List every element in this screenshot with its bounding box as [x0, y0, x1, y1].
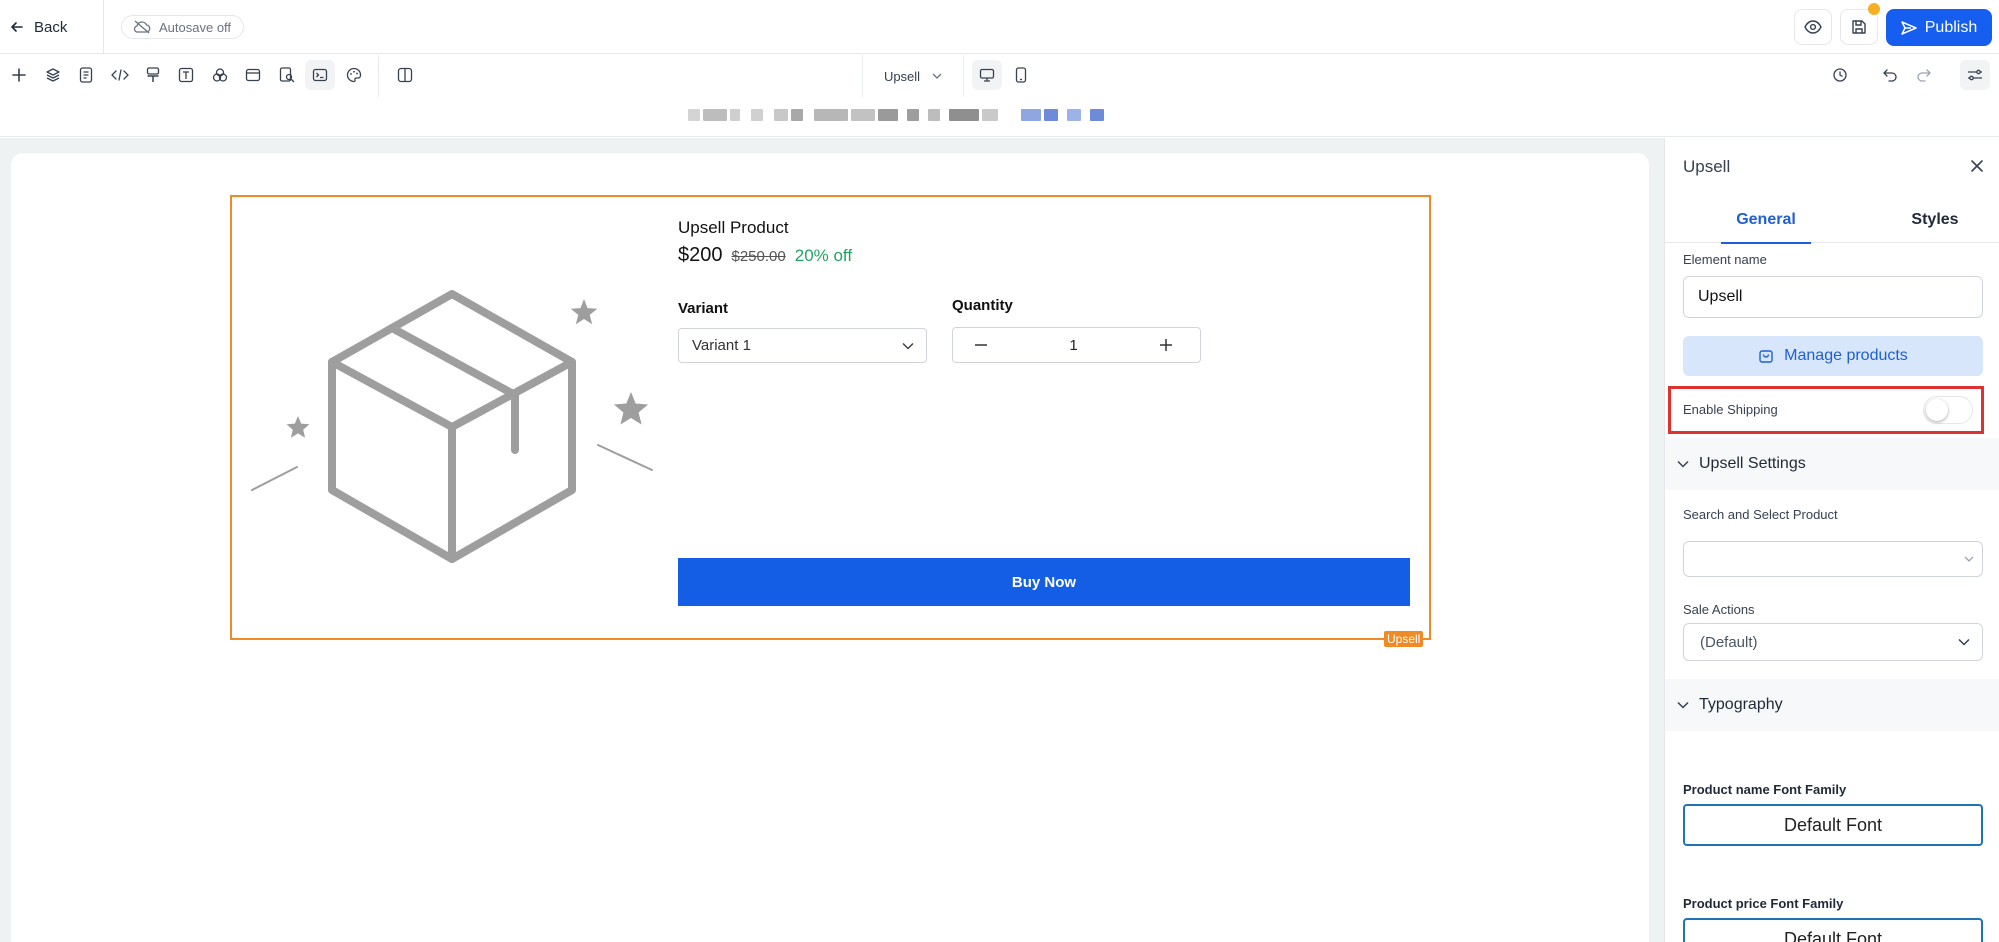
toolbar-divider — [378, 55, 379, 97]
settings-panel: Upsell General Styles Element name Upsel… — [1664, 138, 1999, 942]
buy-now-button[interactable]: Buy Now — [678, 558, 1410, 606]
shapes-icon[interactable] — [205, 60, 235, 90]
panel-title: Upsell — [1683, 157, 1731, 176]
back-label: Back — [34, 18, 68, 36]
top-header: Back Autosave off Publish — [0, 0, 1999, 54]
product-name-font-select[interactable]: Default Font — [1683, 804, 1983, 846]
palette-icon[interactable] — [339, 60, 369, 90]
desktop-view-icon[interactable] — [972, 60, 1002, 90]
variant-label: Variant — [678, 300, 729, 317]
undo-icon[interactable] — [1875, 60, 1905, 90]
tab-styles[interactable]: Styles — [1893, 196, 1977, 243]
preview-button[interactable] — [1794, 9, 1832, 45]
manage-products-label: Manage products — [1784, 347, 1908, 364]
chevron-down-icon — [932, 73, 942, 79]
variant-value: Variant 1 — [692, 337, 751, 354]
close-icon — [1970, 159, 1984, 173]
settings-sliders-icon[interactable] — [1960, 60, 1990, 90]
upsell-product-name: Upsell Product — [678, 218, 789, 237]
sale-actions-label: Sale Actions — [1683, 602, 1755, 617]
product-price-font-select[interactable]: Default Font — [1683, 918, 1983, 942]
mobile-view-icon[interactable] — [1006, 60, 1036, 90]
product-price: $200 — [678, 244, 723, 266]
add-element-icon[interactable] — [4, 60, 34, 90]
form-icon[interactable] — [71, 60, 101, 90]
product-box-illustration — [245, 280, 655, 580]
blurred-url-text — [688, 109, 1104, 121]
page-selector-label: Upsell — [883, 68, 921, 84]
page-selector[interactable]: Upsell — [862, 55, 964, 97]
quantity-stepper: 1 — [952, 327, 1201, 363]
autosave-status[interactable]: Autosave off — [121, 15, 245, 39]
back-button[interactable]: Back — [10, 14, 67, 40]
chevron-down-icon — [1677, 701, 1689, 709]
unsaved-changes-dot — [1868, 3, 1880, 15]
redo-icon[interactable] — [1909, 60, 1939, 90]
product-price-font-label: Product price Font Family — [1683, 896, 1844, 911]
element-name-input[interactable]: Upsell — [1683, 276, 1983, 318]
editor-toolbar: Upsell — [0, 55, 1999, 97]
autosave-label: Autosave off — [159, 19, 232, 35]
split-view-icon[interactable] — [390, 60, 420, 90]
section-icon[interactable] — [238, 60, 268, 90]
product-name-font-label: Product name Font Family — [1683, 782, 1847, 797]
layers-icon[interactable] — [38, 60, 68, 90]
variant-select[interactable]: Variant 1 — [678, 328, 927, 363]
send-icon — [1901, 20, 1917, 36]
search-product-select[interactable] — [1683, 541, 1983, 577]
terminal-icon[interactable] — [305, 60, 335, 90]
floppy-disk-icon — [1851, 19, 1867, 35]
cloud-off-icon — [133, 20, 151, 34]
upsell-settings-header[interactable]: Upsell Settings — [1665, 438, 1999, 490]
publish-button[interactable]: Publish — [1886, 9, 1992, 46]
paint-brush-icon[interactable] — [138, 60, 168, 90]
panel-tabs: General Styles — [1665, 196, 1999, 244]
manage-products-button[interactable]: Manage products — [1683, 336, 1983, 376]
discount-label: 20% off — [794, 246, 853, 265]
chevron-down-icon — [1964, 556, 1974, 562]
typography-header[interactable]: Typography — [1665, 679, 1999, 731]
arrow-left-icon — [10, 20, 24, 34]
enable-shipping-row: Enable Shipping — [1668, 386, 1984, 434]
quantity-value[interactable]: 1 — [1069, 337, 1077, 354]
plus-icon[interactable] — [1160, 339, 1172, 351]
upsell-settings-label: Upsell Settings — [1699, 455, 1806, 472]
sale-actions-select[interactable]: (Default) — [1683, 623, 1983, 661]
code-icon[interactable] — [105, 60, 135, 90]
search-page-icon[interactable] — [272, 60, 302, 90]
close-panel-button[interactable] — [1963, 152, 1991, 180]
page-url-bar — [0, 97, 1999, 137]
quantity-label: Quantity — [952, 297, 1013, 314]
chevron-down-icon — [902, 342, 914, 350]
eye-icon — [1804, 20, 1822, 34]
enable-shipping-label: Enable Shipping — [1683, 402, 1778, 417]
history-icon[interactable] — [1825, 60, 1855, 90]
tab-general[interactable]: General — [1721, 196, 1811, 244]
chevron-down-icon — [1958, 638, 1970, 646]
text-icon[interactable] — [171, 60, 201, 90]
chevron-down-icon — [1677, 460, 1689, 468]
upsell-element-tag: Upsell — [1384, 631, 1424, 647]
minus-icon[interactable] — [975, 344, 987, 346]
search-product-label: Search and Select Product — [1683, 507, 1838, 522]
shopping-bag-icon — [1758, 348, 1774, 364]
publish-label: Publish — [1924, 18, 1978, 36]
enable-shipping-toggle[interactable] — [1923, 396, 1973, 424]
divider — [103, 0, 104, 54]
element-name-label: Element name — [1683, 252, 1767, 267]
original-price: $250.00 — [731, 248, 786, 265]
price-row: $200 $250.00 20% off — [678, 244, 852, 267]
sale-actions-value: (Default) — [1700, 633, 1758, 651]
typography-label: Typography — [1699, 696, 1783, 713]
